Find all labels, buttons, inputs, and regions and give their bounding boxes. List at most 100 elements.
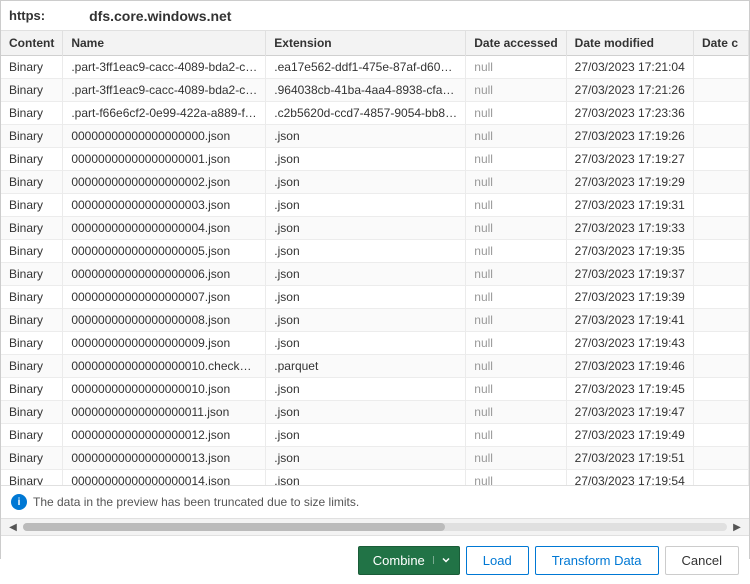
cell-date-c [693,447,748,470]
cell-extension: .json [266,171,466,194]
scroll-left-arrow[interactable]: ◀ [5,519,21,535]
col-header-extension: Extension [266,31,466,56]
cell-date-accessed: null [466,217,566,240]
table-row[interactable]: Binary00000000000000000006.json.jsonnull… [1,263,749,286]
cell-date-accessed: null [466,332,566,355]
cell-date-modified: 27/03/2023 17:19:37 [566,263,693,286]
cell-content: Binary [1,79,63,102]
cell-date-accessed: null [466,79,566,102]
cell-date-modified: 27/03/2023 17:19:29 [566,171,693,194]
cell-date-accessed: null [466,148,566,171]
cell-date-c [693,56,748,79]
col-header-date-c: Date c [693,31,748,56]
table-row[interactable]: Binary00000000000000000008.json.jsonnull… [1,309,749,332]
cell-date-c [693,194,748,217]
combine-button[interactable]: Combine [358,546,460,575]
cell-extension: .json [266,447,466,470]
scroll-right-arrow[interactable]: ▶ [729,519,745,535]
cell-date-c [693,125,748,148]
cell-extension: .json [266,263,466,286]
cell-name: 00000000000000000003.json [63,194,266,217]
cell-date-c [693,171,748,194]
cell-date-modified: 27/03/2023 17:19:46 [566,355,693,378]
cell-content: Binary [1,148,63,171]
cell-date-c [693,263,748,286]
cell-date-accessed: null [466,401,566,424]
table-row[interactable]: Binary00000000000000000014.json.jsonnull… [1,470,749,487]
table-row[interactable]: Binary00000000000000000003.json.jsonnull… [1,194,749,217]
cell-date-c [693,378,748,401]
cell-date-c [693,79,748,102]
cell-date-c [693,401,748,424]
cell-extension: .json [266,332,466,355]
cell-date-accessed: null [466,240,566,263]
table-row[interactable]: Binary00000000000000000013.json.jsonnull… [1,447,749,470]
transform-data-button[interactable]: Transform Data [535,546,659,575]
table-row[interactable]: Binary00000000000000000000.json.jsonnull… [1,125,749,148]
info-icon: i [11,494,27,510]
combine-dropdown-arrow[interactable] [433,556,459,564]
col-header-name: Name [63,31,266,56]
cell-date-modified: 27/03/2023 17:23:36 [566,102,693,125]
table-row[interactable]: Binary00000000000000000010.checkpoint.pa… [1,355,749,378]
cell-date-modified: 27/03/2023 17:19:47 [566,401,693,424]
table-row[interactable]: Binary00000000000000000004.json.jsonnull… [1,217,749,240]
cell-name: 00000000000000000009.json [63,332,266,355]
cell-content: Binary [1,56,63,79]
scroll-track[interactable] [23,523,727,531]
table-container[interactable]: Content Name Extension Date accessed Dat… [1,31,749,486]
cell-date-accessed: null [466,378,566,401]
cell-name: 00000000000000000006.json [63,263,266,286]
cell-date-accessed: null [466,194,566,217]
cell-extension: .json [266,401,466,424]
cell-date-modified: 27/03/2023 17:19:33 [566,217,693,240]
load-button[interactable]: Load [466,546,529,575]
cell-date-modified: 27/03/2023 17:19:41 [566,309,693,332]
footer-info-text: The data in the preview has been truncat… [33,495,359,509]
table-header-row: Content Name Extension Date accessed Dat… [1,31,749,56]
table-row[interactable]: Binary00000000000000000010.json.jsonnull… [1,378,749,401]
cell-date-modified: 27/03/2023 17:19:31 [566,194,693,217]
table-row[interactable]: Binary.part-f66e6cf2-0e99-422a-a889-ffef… [1,102,749,125]
cell-date-modified: 27/03/2023 17:19:26 [566,125,693,148]
cell-content: Binary [1,194,63,217]
action-bar: Combine Load Transform Data Cancel [1,536,749,584]
cell-date-c [693,217,748,240]
cell-date-accessed: null [466,286,566,309]
cell-date-accessed: null [466,309,566,332]
col-header-date-accessed: Date accessed [466,31,566,56]
cell-date-c [693,355,748,378]
cancel-button[interactable]: Cancel [665,546,739,575]
footer-info-bar: i The data in the preview has been trunc… [1,486,749,518]
data-table: Content Name Extension Date accessed Dat… [1,31,749,486]
table-row[interactable]: Binary00000000000000000009.json.jsonnull… [1,332,749,355]
protocol-text: https: [9,8,45,23]
cell-content: Binary [1,263,63,286]
cell-date-c [693,148,748,171]
scrollbar-area[interactable]: ◀ ▶ [1,518,749,536]
cell-extension: .json [266,148,466,171]
cell-name: 00000000000000000011.json [63,401,266,424]
cell-name: 00000000000000000002.json [63,171,266,194]
table-row[interactable]: Binary.part-3ff1eac9-cacc-4089-bda2-ce77… [1,79,749,102]
cell-extension: .json [266,378,466,401]
cell-date-c [693,424,748,447]
table-row[interactable]: Binary00000000000000000011.json.jsonnull… [1,401,749,424]
cell-content: Binary [1,332,63,355]
cell-content: Binary [1,309,63,332]
cell-extension: .json [266,125,466,148]
cell-extension: .c2b5620d-ccd7-4857-9054-bb826d79604b [266,102,466,125]
table-row[interactable]: Binary00000000000000000007.json.jsonnull… [1,286,749,309]
table-row[interactable]: Binary00000000000000000005.json.jsonnull… [1,240,749,263]
table-row[interactable]: Binary00000000000000000002.json.jsonnull… [1,171,749,194]
table-row[interactable]: Binary.part-3ff1eac9-cacc-4089-bda2-ce77… [1,56,749,79]
table-row[interactable]: Binary00000000000000000012.json.jsonnull… [1,424,749,447]
cell-extension: .json [266,470,466,487]
cell-name: 00000000000000000008.json [63,309,266,332]
cell-extension: .json [266,240,466,263]
cell-date-modified: 27/03/2023 17:19:35 [566,240,693,263]
cell-date-modified: 27/03/2023 17:19:43 [566,332,693,355]
table-row[interactable]: Binary00000000000000000001.json.jsonnull… [1,148,749,171]
cell-content: Binary [1,217,63,240]
combine-button-label: Combine [373,553,425,568]
